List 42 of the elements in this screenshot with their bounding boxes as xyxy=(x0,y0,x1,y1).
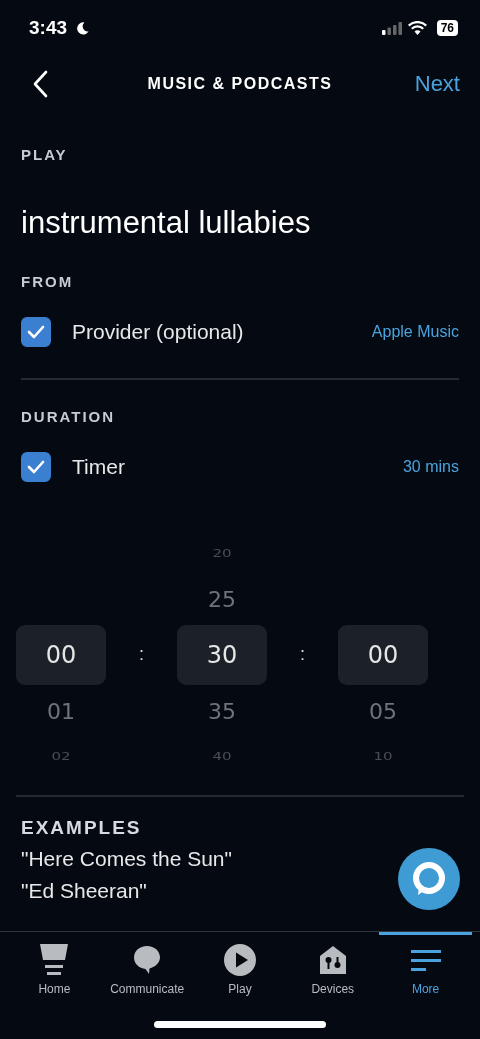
lamp-icon xyxy=(39,944,70,976)
back-icon[interactable] xyxy=(32,70,48,98)
option-label: Provider (optional) xyxy=(72,320,244,344)
check-icon xyxy=(27,325,45,339)
picker-value[interactable]: 05 xyxy=(337,685,428,737)
section-label: PLAY xyxy=(21,146,69,163)
picker-value[interactable]: 25 xyxy=(177,573,267,625)
checkbox[interactable] xyxy=(21,317,51,347)
tab[interactable]: Communicate xyxy=(100,932,194,1009)
wifi-icon xyxy=(407,21,427,35)
section-label: DURATION xyxy=(21,408,117,425)
option-value[interactable]: Apple Music xyxy=(371,323,459,341)
picker-value[interactable]: 01 xyxy=(16,685,106,737)
time-separator: : xyxy=(139,643,144,665)
check-icon xyxy=(27,460,45,474)
picker-value[interactable]: 35 xyxy=(177,685,267,737)
screen-title: MUSIC & PODCASTS xyxy=(146,75,334,93)
picker-value[interactable]: 30 xyxy=(177,625,267,685)
tab[interactable]: Home xyxy=(8,932,101,1009)
smart-home-icon xyxy=(319,946,346,974)
section-label: EXAMPLES xyxy=(21,817,143,839)
option-label: Timer xyxy=(72,455,125,479)
menu-icon xyxy=(410,947,441,973)
tab[interactable]: Play xyxy=(193,932,287,1009)
play-icon xyxy=(224,944,256,976)
example-phrase: "Ed Sheeran" xyxy=(21,879,148,903)
query-text[interactable]: instrumental lullabies xyxy=(21,205,459,241)
tab[interactable]: More xyxy=(379,932,472,1009)
status-time: 3:43 xyxy=(29,17,68,39)
time-separator: : xyxy=(299,643,305,665)
moon-icon xyxy=(75,20,91,36)
speech-bubble-icon xyxy=(133,945,162,975)
signal-icon xyxy=(381,21,402,35)
next-button[interactable]: Next xyxy=(414,71,460,97)
picker-value[interactable]: 00 xyxy=(16,625,106,685)
example-phrase: "Here Comes the Sun" xyxy=(21,847,233,871)
section-label: FROM xyxy=(21,273,75,290)
option-value[interactable]: 30 mins xyxy=(402,458,459,476)
battery-level: 76 xyxy=(436,20,458,36)
picker-value[interactable]: 00 xyxy=(337,625,428,685)
tab[interactable]: Devices xyxy=(286,932,380,1009)
checkbox[interactable] xyxy=(21,452,51,482)
